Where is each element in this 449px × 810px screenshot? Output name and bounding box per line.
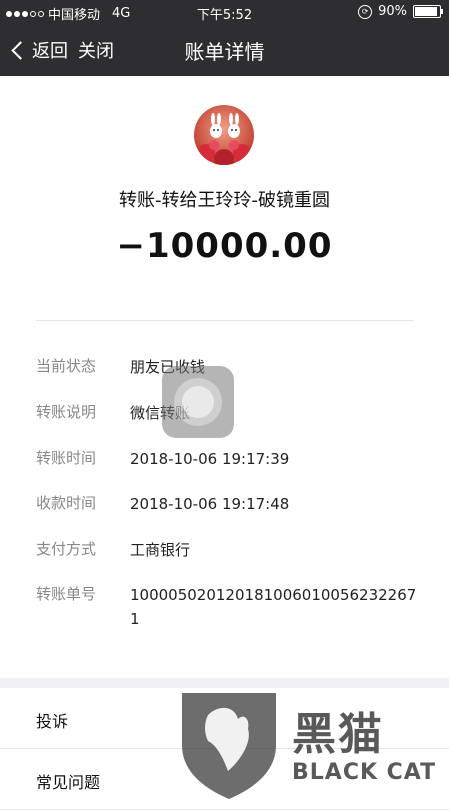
detail-label: 收款时间 [36, 494, 97, 512]
menu-label: 常见问题 [36, 773, 101, 792]
bill-title: 转账-转给王玲玲-破镜重圆 [119, 190, 330, 211]
assistive-touch-button[interactable] [162, 366, 234, 438]
detail-label: 转账时间 [36, 449, 97, 467]
status-right: ⟳ 90% [358, 4, 443, 19]
detail-label: 转账说明 [36, 403, 97, 421]
rotation-lock-icon: ⟳ [358, 4, 373, 19]
status-bar: 中国移动 4G 下午5:52 ⟳ 90% [0, 0, 449, 24]
watermark-text-cn: 黑猫 [292, 709, 384, 760]
battery-percent: 90% [378, 4, 407, 19]
watermark-text-en: BLACK CAT [292, 760, 437, 785]
battery-icon [413, 5, 443, 18]
detail-label: 支付方式 [36, 540, 97, 558]
divider [36, 320, 413, 321]
detail-value: 2018-10-06 19:17:39 [130, 450, 290, 468]
avatar [194, 105, 254, 165]
menu-label: 投诉 [36, 712, 69, 731]
detail-value: 工商银行 [130, 541, 191, 559]
bill-amount: −10000.00 [116, 226, 333, 266]
detail-label: 当前状态 [36, 357, 97, 375]
nav-bar: 返回 关闭 账单详情 [0, 24, 449, 76]
page-title: 账单详情 [184, 40, 265, 64]
detail-value: 2018-10-06 19:17:48 [130, 495, 290, 513]
detail-value[interactable]: 1000050201201810060100562322671 [130, 583, 420, 631]
detail-label: 转账单号 [36, 585, 97, 603]
